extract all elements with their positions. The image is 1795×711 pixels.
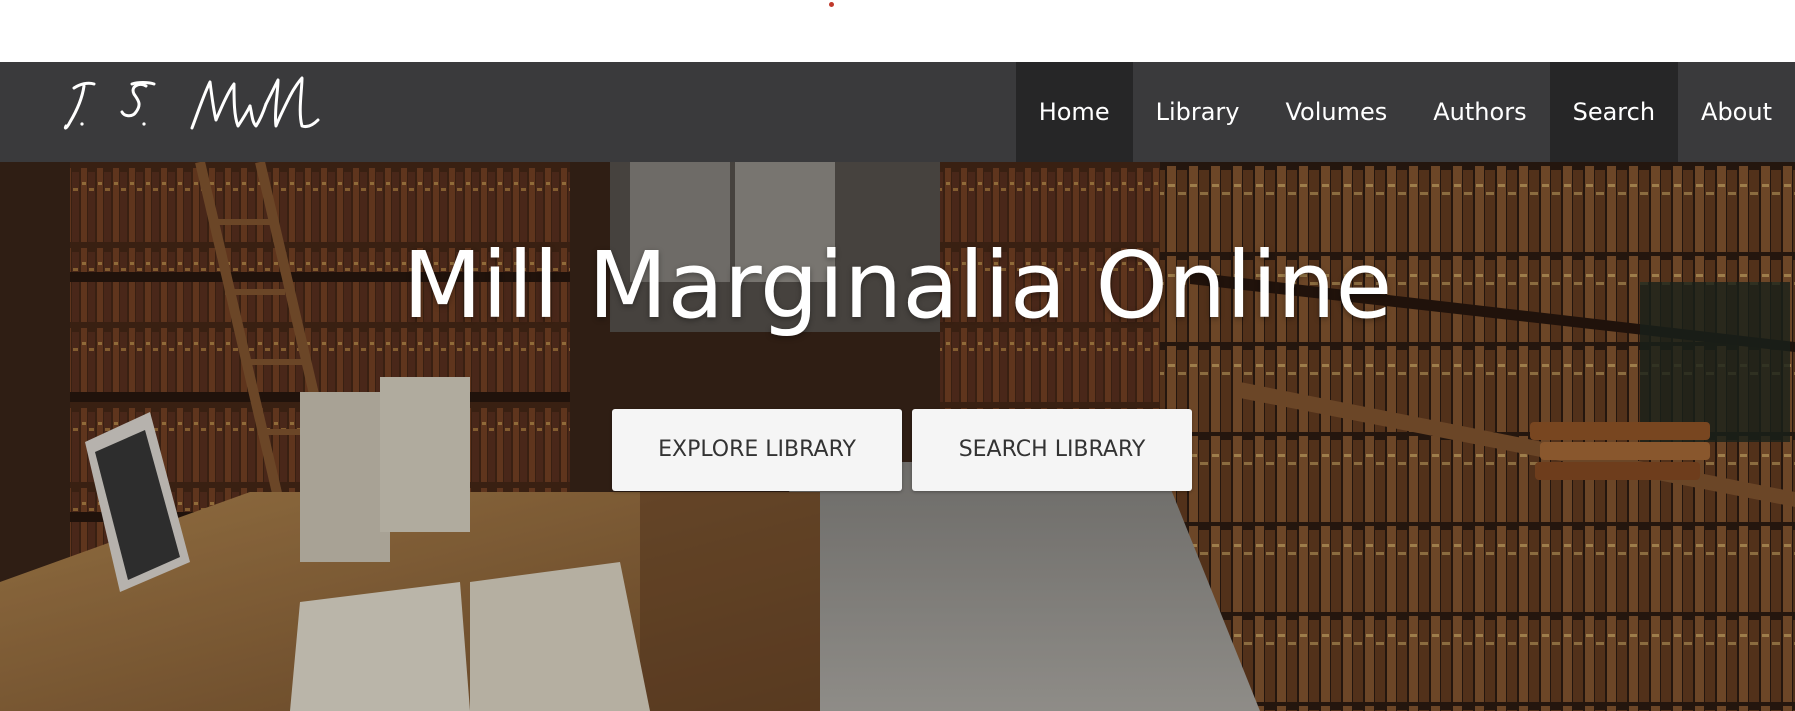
nav-item-library[interactable]: Library xyxy=(1133,62,1263,162)
brand-logo-signature[interactable] xyxy=(62,72,362,152)
nav-item-search[interactable]: Search xyxy=(1549,62,1679,162)
nav-item-authors[interactable]: Authors xyxy=(1410,62,1549,162)
explore-library-button[interactable]: EXPLORE LIBRARY xyxy=(612,409,902,491)
signature-logo-image xyxy=(63,76,320,130)
main-nav: Home Library Volumes Authors Search Abou… xyxy=(1015,62,1795,162)
navbar: Home Library Volumes Authors Search Abou… xyxy=(0,62,1795,162)
nav-item-volumes[interactable]: Volumes xyxy=(1263,62,1411,162)
search-library-button[interactable]: SEARCH LIBRARY xyxy=(912,409,1192,491)
hero-section: Mill Marginalia Online EXPLORE LIBRARY S… xyxy=(0,162,1795,711)
nav-item-home[interactable]: Home xyxy=(1015,62,1133,162)
hero-title: Mill Marginalia Online xyxy=(402,232,1393,339)
top-strip xyxy=(0,0,1795,62)
red-dot xyxy=(829,2,834,7)
nav-item-about[interactable]: About xyxy=(1678,62,1795,162)
